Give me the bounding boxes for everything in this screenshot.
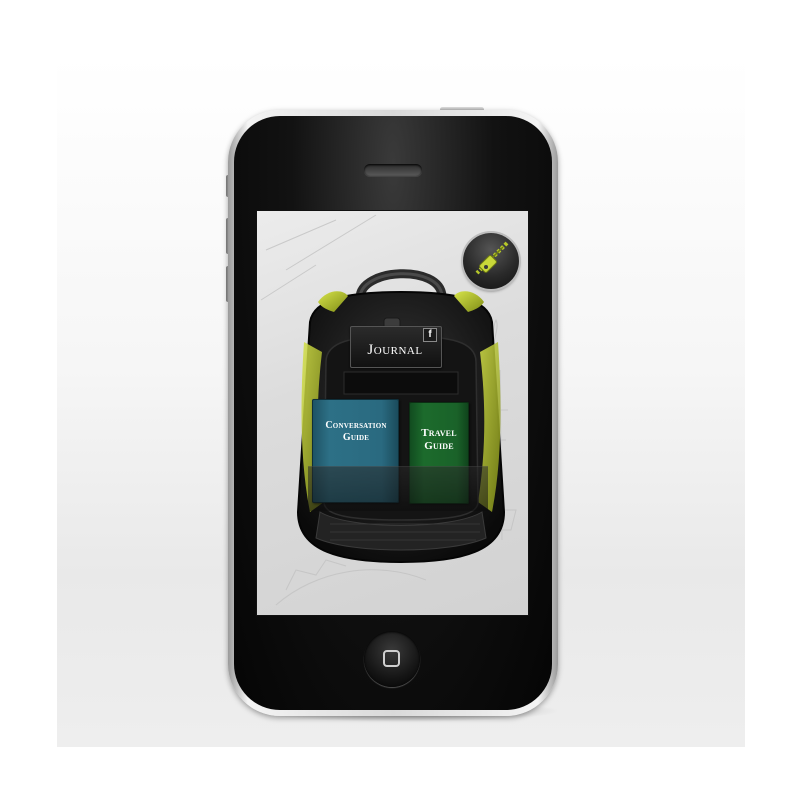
facebook-icon[interactable]: f: [423, 328, 437, 342]
home-square-icon: [383, 650, 400, 667]
earpiece: [364, 164, 422, 176]
travel-guide-title: Travel Guide: [421, 427, 457, 452]
conversation-guide-title: Conversation Guide: [325, 420, 387, 443]
journal-label: Journal: [367, 342, 423, 358]
pocket-strap: [308, 466, 488, 511]
